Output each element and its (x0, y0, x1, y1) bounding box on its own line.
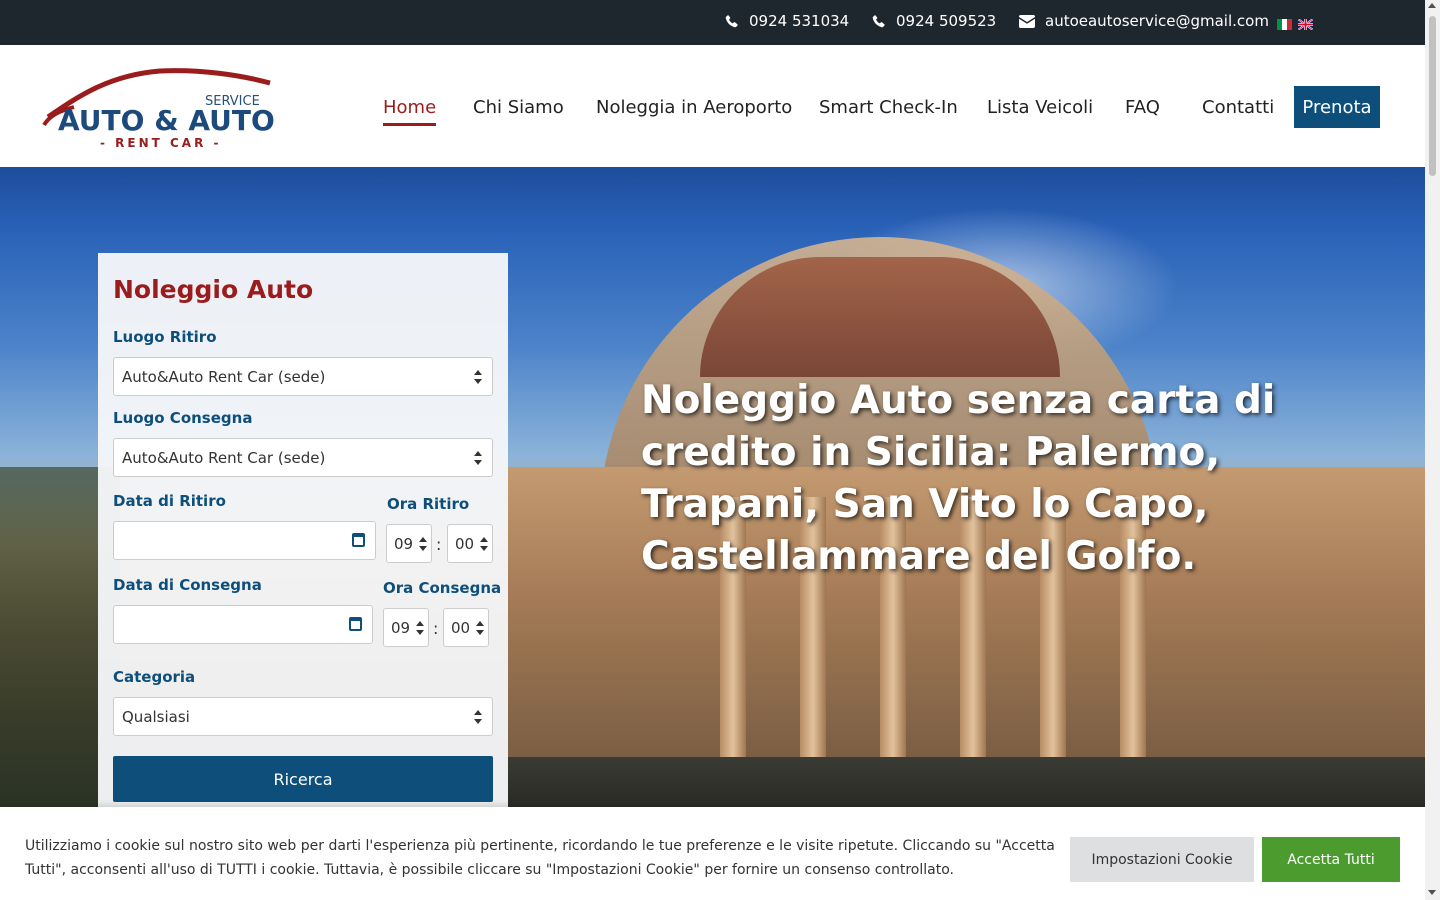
time-separator: : (433, 619, 439, 638)
nav-smart-checkin[interactable]: Smart Check-In (819, 97, 958, 118)
pickup-location-select[interactable]: Auto&Auto Rent Car (sede) (113, 357, 493, 396)
phone-icon (725, 15, 738, 28)
nav-lista-veicoli[interactable]: Lista Veicoli (987, 97, 1093, 118)
return-date-input[interactable] (113, 605, 373, 644)
nav-noleggia-aeroporto[interactable]: Noleggia in Aeroporto (596, 97, 792, 118)
booking-form: Noleggio Auto Luogo Ritiro Auto&Auto Ren… (98, 253, 508, 813)
email-link[interactable]: autoeautoservice@gmail.com (1019, 12, 1269, 30)
calendar-icon[interactable] (352, 533, 365, 547)
phone-2[interactable]: 0924 509523 (872, 12, 996, 30)
phone-2-text: 0924 509523 (896, 12, 997, 30)
return-hour-value: 09 (391, 618, 411, 637)
select-caret-icon (474, 710, 482, 724)
email-text: autoeautoservice@gmail.com (1045, 12, 1269, 30)
scroll-down-icon[interactable] (1428, 890, 1436, 895)
prenota-button[interactable]: Prenota (1294, 86, 1380, 128)
return-minute-value: 00 (451, 618, 471, 637)
calendar-icon[interactable] (349, 617, 362, 631)
booking-title: Noleggio Auto (113, 275, 314, 304)
nav-chi-siamo[interactable]: Chi Siamo (473, 97, 564, 118)
cookie-settings-button[interactable]: Impostazioni Cookie (1070, 837, 1254, 882)
cookie-accept-button[interactable]: Accetta Tutti (1262, 837, 1400, 882)
nav-contatti[interactable]: Contatti (1202, 97, 1274, 118)
return-location-select[interactable]: Auto&Auto Rent Car (sede) (113, 438, 493, 477)
phone-1-text: 0924 531034 (749, 12, 850, 30)
time-separator: : (436, 535, 442, 554)
pickup-minute-select[interactable]: 00 (447, 524, 493, 563)
return-date-label: Data di Consegna (113, 576, 262, 594)
select-caret-icon (419, 537, 427, 551)
nav-faq[interactable]: FAQ (1125, 97, 1160, 118)
return-minute-select[interactable]: 00 (443, 608, 489, 647)
pickup-location-label: Luogo Ritiro (113, 328, 217, 346)
phone-1[interactable]: 0924 531034 (725, 12, 849, 30)
category-select[interactable]: Qualsiasi (113, 697, 493, 736)
return-time-label: Ora Consegna (383, 579, 502, 597)
select-caret-icon (474, 370, 482, 384)
category-label: Categoria (113, 668, 196, 686)
scroll-up-icon[interactable] (1428, 3, 1436, 8)
phone-icon (872, 15, 885, 28)
pickup-hour-value: 09 (394, 534, 414, 553)
cookie-banner: Utilizziamo i cookie sul nostro sito web… (0, 807, 1425, 900)
logo-rentcar-text: - RENT CAR - (100, 136, 222, 150)
flag-italy-icon[interactable] (1277, 15, 1292, 30)
select-caret-icon (480, 537, 488, 551)
logo-main-text: AUTO & AUTO (58, 104, 275, 137)
pickup-date-input[interactable] (113, 521, 376, 560)
site-logo[interactable]: SERVICE AUTO & AUTO - RENT CAR - (40, 65, 275, 150)
pickup-minute-value: 00 (455, 534, 475, 553)
scrollbar-thumb[interactable] (1429, 16, 1436, 176)
nav-home[interactable]: Home (383, 97, 437, 126)
return-hour-select[interactable]: 09 (383, 608, 429, 647)
pickup-location-value: Auto&Auto Rent Car (sede) (122, 367, 326, 386)
select-caret-icon (474, 451, 482, 465)
return-location-value: Auto&Auto Rent Car (sede) (122, 448, 326, 467)
hero-ground (508, 757, 1425, 807)
select-caret-icon (416, 621, 424, 635)
envelope-icon (1019, 14, 1035, 28)
search-button[interactable]: Ricerca (113, 756, 493, 802)
hero-title: Noleggio Auto senza carta di credito in … (641, 378, 1276, 579)
return-location-label: Luogo Consegna (113, 409, 253, 427)
page-scrollbar[interactable] (1425, 0, 1440, 900)
flag-uk-icon[interactable] (1297, 15, 1314, 31)
top-contact-bar: 0924 531034 0924 509523 autoeautoservice… (0, 0, 1425, 45)
pickup-hour-select[interactable]: 09 (386, 524, 432, 563)
site-header: SERVICE AUTO & AUTO - RENT CAR - Home Ch… (0, 45, 1425, 167)
pickup-time-label: Ora Ritiro (387, 495, 470, 513)
category-value: Qualsiasi (122, 707, 190, 726)
cookie-text: Utilizziamo i cookie sul nostro sito web… (25, 838, 1055, 878)
select-caret-icon (476, 621, 484, 635)
pickup-date-label: Data di Ritiro (113, 492, 226, 510)
